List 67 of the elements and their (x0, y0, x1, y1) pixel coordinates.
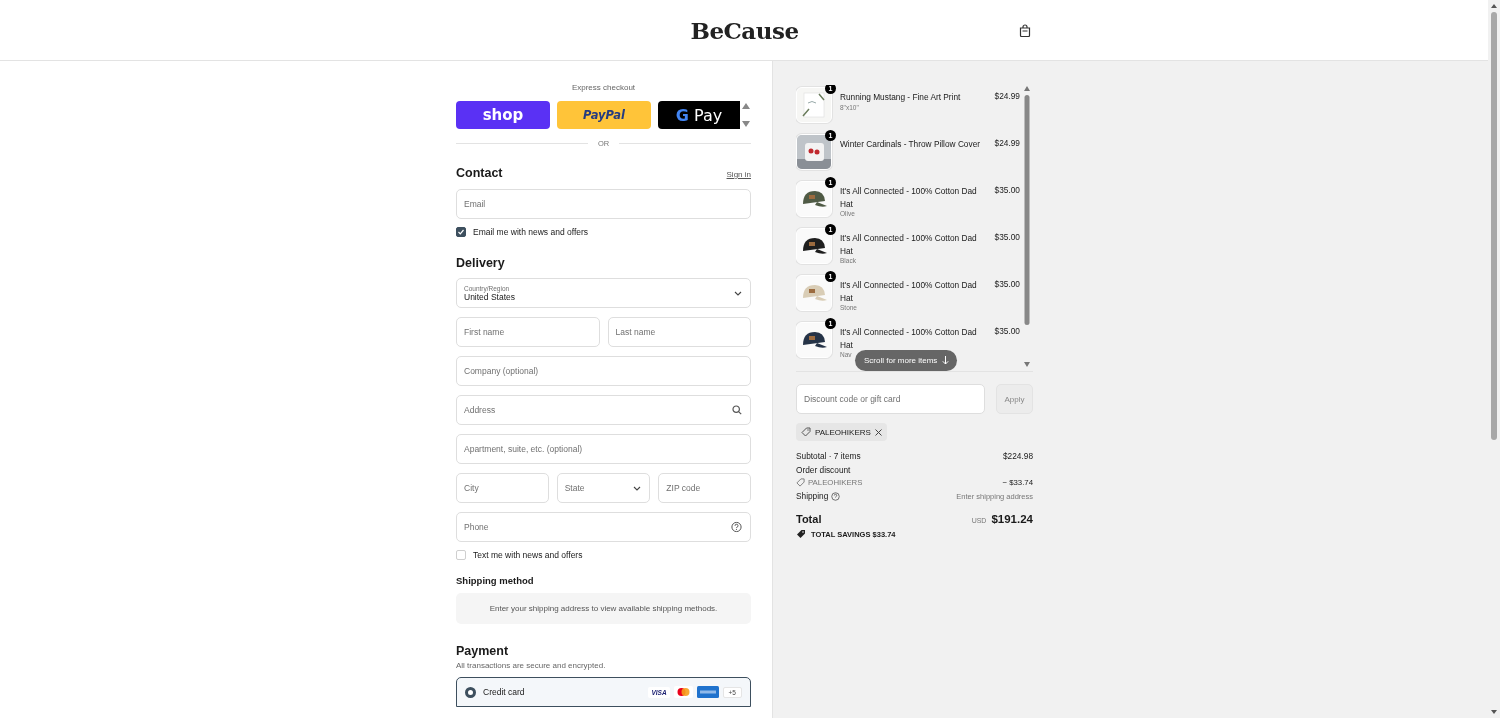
payment-subtitle: All transactions are secure and encrypted. (456, 661, 607, 670)
checkbox[interactable] (456, 227, 466, 237)
text-field[interactable]: First name (456, 317, 600, 347)
amex-card-icon (696, 686, 719, 698)
product-title: Running Mustang - Fine Art Print (840, 91, 962, 104)
product-title: It's All Connected - 100% Cotton Dad Hat (840, 279, 978, 304)
search-icon (732, 405, 742, 415)
checkbox-label: Text me with news and offers (473, 550, 583, 560)
tag-icon (796, 478, 805, 487)
order-discount-label: Order discount (796, 465, 851, 475)
text-field[interactable]: Last name (607, 317, 751, 347)
discount-code-field[interactable]: Discount code or gift card (796, 384, 985, 414)
help-icon[interactable] (731, 521, 742, 533)
radio-button[interactable] (465, 686, 476, 698)
google-pay-button[interactable]: G Pay (658, 101, 740, 129)
mastercard-icon (673, 686, 693, 698)
product-title: Winter Cardinals - Throw Pillow Cover (840, 138, 981, 151)
shopping-bag-icon[interactable] (1019, 23, 1031, 37)
contact-heading: Contact (456, 166, 503, 180)
subtotal-label: Subtotal · 7 items (796, 451, 861, 461)
total-label: Total (796, 513, 822, 525)
arrow-down-icon (942, 356, 950, 365)
product-price: $24.99 (994, 137, 1020, 150)
field-value: United States (464, 291, 516, 302)
phone-field[interactable]: Phone (456, 512, 751, 542)
text-field[interactable]: Apartment, suite, etc. (optional) (456, 434, 751, 464)
close-icon[interactable] (874, 428, 882, 436)
email-field[interactable]: Email (456, 189, 751, 219)
field-placeholder: State (564, 483, 585, 493)
product-price: $35.00 (994, 278, 1020, 291)
total-value: $191.24 (991, 513, 1033, 525)
text-field[interactable]: City (456, 473, 549, 503)
product-title: It's All Connected - 100% Cotton Dad Hat (840, 232, 978, 257)
discount-code-label: PALEOHIKERS (815, 427, 871, 437)
delivery-heading: Delivery (456, 256, 506, 270)
tag-icon (796, 529, 806, 539)
scroll-arrows-icon[interactable] (742, 102, 750, 128)
express-checkout-label: Express checkout (570, 83, 637, 92)
product-price: $35.00 (994, 325, 1020, 338)
shipping-label: Shipping (796, 491, 829, 501)
payment-option-label: Credit card (483, 687, 526, 697)
paypal-button[interactable]: PayPal (557, 101, 651, 129)
sign-in-link[interactable]: Sign in (726, 170, 751, 179)
text-field[interactable]: ZIP code (658, 473, 751, 503)
shipping-method-heading: Shipping method (456, 575, 535, 586)
product-price: $35.00 (994, 231, 1020, 244)
address-field[interactable]: Address (456, 395, 751, 425)
shipping-method-notice: Enter your shipping address to view available shipping methods. (456, 593, 751, 624)
discount-tag[interactable]: PALEOHIKERS (796, 423, 887, 441)
product-price: $35.00 (994, 184, 1020, 197)
chevron-down-icon (734, 290, 742, 296)
state-select[interactable]: State (556, 473, 651, 503)
product-title: It's All Connected - 100% Cotton Dad Hat (840, 326, 978, 351)
product-price: $24.99 (994, 90, 1020, 103)
tag-icon (801, 427, 811, 437)
shop-pay-button[interactable]: shop (456, 101, 550, 129)
checkbox-label: Email me with news and offers (473, 227, 589, 237)
product-title: It's All Connected - 100% Cotton Dad Hat (840, 185, 978, 210)
scroll-hint-label: Scroll for more items (864, 356, 938, 365)
chevron-down-icon (633, 485, 642, 491)
subtotal-value: $224.98 (1003, 451, 1033, 461)
text-field[interactable]: Company (optional) (456, 356, 751, 386)
scrollbar[interactable] (1023, 85, 1031, 369)
payment-heading: Payment (456, 644, 510, 658)
scroll-hint-tooltip[interactable]: Scroll for more items (855, 350, 958, 371)
brand-logo[interactable]: BeCause (690, 16, 799, 44)
help-icon[interactable] (831, 491, 841, 501)
